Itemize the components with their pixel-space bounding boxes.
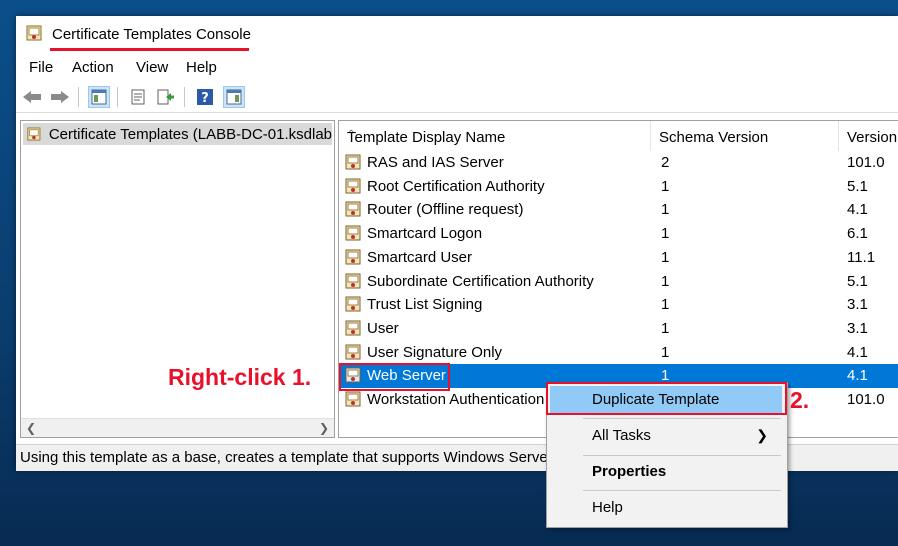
menu-file[interactable]: File [29,59,53,76]
annotation-step2: 2. [790,387,810,413]
certificate-template-icon [345,296,361,312]
table-row[interactable]: User Signature Only 1 4.1 [339,341,898,365]
tree-horizontal-scrollbar[interactable]: ❮ ❯ [21,418,334,437]
schema-version-cell: 1 [661,225,670,243]
template-name-cell: User Signature Only [367,343,503,361]
template-name-cell: User [367,319,399,337]
table-row[interactable]: RAS and IAS Server 2 101.0 [339,151,898,175]
scroll-left-icon[interactable]: ❮ [26,421,36,435]
status-text: Using this template as a base, creates a… [20,449,566,466]
toolbar-separator [184,87,185,107]
toolbar-separator [117,87,118,107]
certificate-template-icon [345,154,361,170]
menu-action[interactable]: Action [72,59,114,76]
menu-item-all-tasks[interactable]: All Tasks ❯ [550,422,782,450]
column-header-schema-version[interactable]: Schema Version [651,121,839,151]
scroll-right-icon[interactable]: ❯ [319,421,329,435]
tree-item-label: Certificate Templates (LABB-DC-01.ksdlab [48,125,332,143]
table-row[interactable]: Router (Offline request) 1 4.1 [339,198,898,222]
template-name-cell: Smartcard Logon [367,225,483,243]
certificate-template-icon [345,273,361,288]
schema-version-cell: 1 [661,248,670,266]
menu-separator [583,455,781,456]
version-cell: 4.1 [847,367,868,385]
table-row[interactable]: Trust List Signing 1 3.1 [339,293,898,317]
certificate-templates-icon [27,127,41,141]
version-cell: 4.1 [847,201,868,219]
svg-text:?: ? [201,91,209,106]
schema-version-cell: 2 [661,154,670,171]
action-pane-icon[interactable] [223,86,245,108]
menu-view[interactable]: View [136,59,168,76]
forward-arrow-icon[interactable] [49,86,71,108]
annotation-step1: Right-click 1. [168,364,312,390]
properties-icon[interactable] [127,86,149,108]
menu-item-properties[interactable]: Properties [550,458,782,486]
duplicate-template-highlight-box [546,382,787,415]
tree-item-certificate-templates[interactable]: Certificate Templates (LABB-DC-01.ksdlab [23,123,332,145]
version-cell: 6.1 [847,225,868,243]
table-row[interactable]: Subordinate Certification Authority 1 5.1 [339,270,898,294]
version-cell: 101.0 [847,154,885,171]
schema-version-cell: 1 [661,177,670,195]
schema-version-cell: 1 [661,272,670,290]
export-list-icon[interactable] [155,86,177,108]
column-header-version[interactable]: Version [839,121,898,151]
certificate-app-icon [26,25,42,41]
certificate-template-icon [345,201,361,217]
table-row[interactable]: Root Certification Authority 1 5.1 [339,175,898,199]
template-name-cell: Subordinate Certification Authority [367,272,594,290]
show-hide-tree-icon[interactable] [88,86,110,108]
certificate-template-icon [345,320,361,336]
menu-bar: File Action View Help [16,56,898,80]
version-cell: 3.1 [847,319,868,337]
web-server-highlight-box [339,363,450,391]
title-red-underline [50,48,249,51]
menu-separator [583,490,781,491]
sort-ascending-icon: ⌃ [347,129,356,140]
version-cell: 5.1 [847,272,868,290]
certificate-template-icon [345,391,361,407]
schema-version-cell: 1 [661,343,670,361]
version-cell: 5.1 [847,177,868,195]
template-name-cell: Router (Offline request) [367,201,524,219]
template-name-cell: Trust List Signing [367,296,483,314]
certificate-template-icon [345,178,361,194]
back-arrow-icon[interactable] [21,86,43,108]
template-name-cell: Workstation Authentication [367,391,545,408]
help-icon[interactable]: ? [194,86,216,108]
schema-version-cell: 1 [661,296,670,314]
template-name-cell: RAS and IAS Server [367,154,504,171]
version-cell: 11.1 [847,248,876,266]
certificate-template-icon [345,344,361,360]
column-header-name[interactable]: Template Display Name ⌃ [339,121,651,151]
title-bar[interactable]: Certificate Templates Console [16,16,898,54]
certificate-template-icon [345,249,361,265]
version-cell: 3.1 [847,296,868,314]
menu-separator [583,418,781,419]
certificate-template-icon [345,225,361,241]
version-cell: 101.0 [847,391,885,408]
toolbar-separator [78,87,79,107]
menu-item-help[interactable]: Help [550,494,782,522]
schema-version-cell: 1 [661,319,670,337]
schema-version-cell: 1 [661,201,670,219]
submenu-chevron-icon: ❯ [756,427,768,443]
version-cell: 4.1 [847,343,868,361]
toolbar: ? [16,82,898,113]
template-name-cell: Smartcard User [367,248,473,266]
window-title: Certificate Templates Console [52,26,251,43]
table-row[interactable]: Smartcard User 1 11.1 [339,246,898,270]
template-name-cell: Root Certification Authority [367,177,545,195]
menu-help[interactable]: Help [186,59,217,76]
table-row[interactable]: User 1 3.1 [339,317,898,341]
table-row[interactable]: Smartcard Logon 1 6.1 [339,222,898,246]
